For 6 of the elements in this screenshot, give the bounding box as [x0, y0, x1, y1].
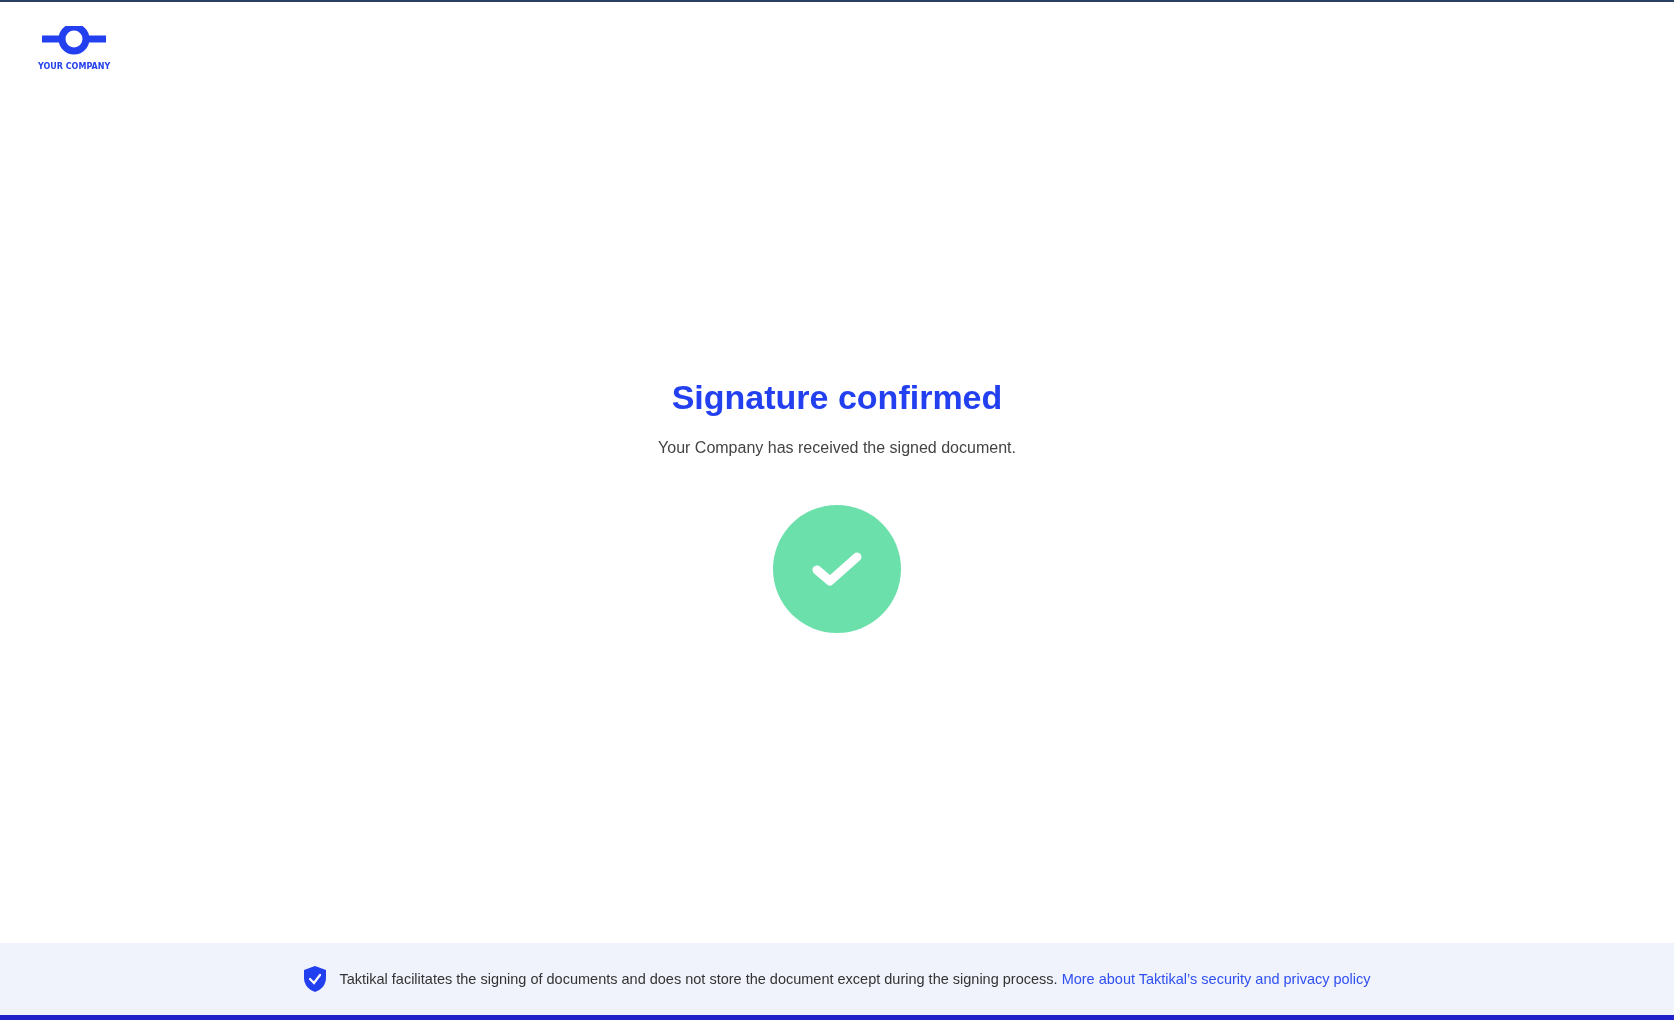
confirmation-message: Your Company has received the signed document.	[658, 439, 1016, 457]
privacy-policy-link[interactable]: More about Taktikal’s security and privacy policy	[1061, 971, 1371, 987]
page-title: Signature confirmed	[671, 378, 1003, 417]
logo-text: YOUR COMPANY	[38, 62, 111, 71]
security-notice: Taktikal facilitates the signing of documents and does not store the document except during the signing process. More about Taktikal’s security and privacy policy	[339, 971, 1371, 987]
shield-icon	[303, 965, 328, 993]
